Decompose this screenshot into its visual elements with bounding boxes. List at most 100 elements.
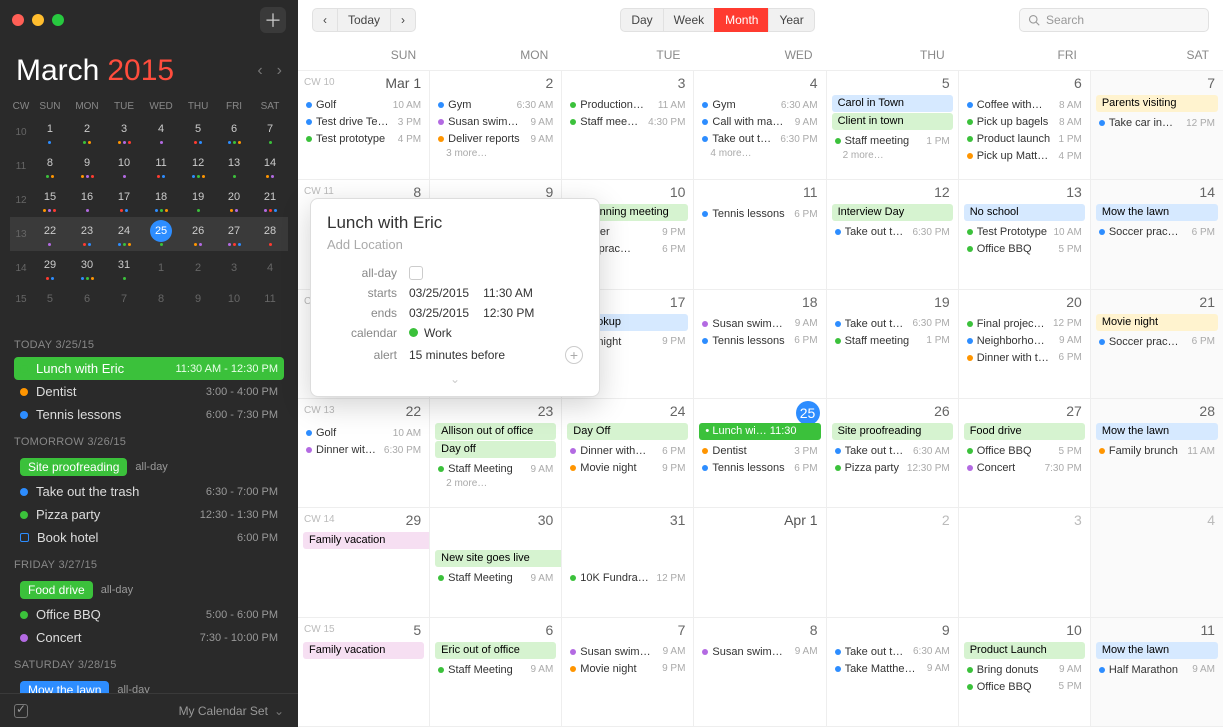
allday-event[interactable]: Mow the lawn [1096,642,1218,659]
event-item[interactable]: Dinner wit…6:30 PM [304,442,423,458]
event-item[interactable]: Movie night9 PM [568,460,687,476]
day-cell[interactable]: 21Movie nightSoccer prac…6 PM [1091,290,1223,398]
mini-day[interactable]: 5 [180,115,216,149]
search-input[interactable]: Search [1019,8,1209,32]
mini-day[interactable]: 10 [216,285,252,313]
calendar-set-label[interactable]: My Calendar Set [179,704,268,718]
day-cell[interactable]: CW 1322Golf10 AMDinner wit…6:30 PM [298,399,430,507]
event-item[interactable]: Office BBQ5 PM [965,241,1084,257]
mini-day[interactable]: 2 [180,251,216,285]
day-cell[interactable]: 8Susan swim…9 AM [694,618,826,726]
allday-event[interactable]: Allison out of office [435,423,556,440]
day-cell[interactable]: 11Tennis lessons6 PM [694,180,826,288]
allday-event[interactable]: • Lunch wi… 11:30 AM [699,423,820,440]
day-cell[interactable]: 18Susan swim…9 AMTennis lessons6 PM [694,290,826,398]
day-cell[interactable]: 30New site goes liveStaff Meeting9 AM [430,508,562,616]
view-tab-year[interactable]: Year [768,8,814,32]
event-item[interactable]: Staff Meeting9 AM [436,461,555,477]
event-item[interactable]: Office BBQ5 PM [965,443,1084,459]
event-item[interactable]: Gym6:30 AM [436,97,555,113]
allday-event[interactable]: Parents visiting [1096,95,1218,112]
event-item[interactable]: Take out t…6:30 PM [833,316,952,332]
event-item[interactable]: Staff Meeting9 AM [436,570,555,586]
expand-icon[interactable]: ⌄ [327,372,583,386]
zoom-window-button[interactable] [52,14,64,26]
event-item[interactable]: Tennis lessons6 PM [700,333,819,349]
event-item[interactable]: Susan swim…9 AM [568,644,687,660]
event-item[interactable]: Take out t…6:30 AM [833,443,952,459]
event-item[interactable]: Staff mee…4:30 PM [568,114,687,130]
mini-day[interactable]: 13 [216,149,252,183]
mini-day[interactable]: 28 [252,217,288,251]
view-tab-day[interactable]: Day [620,8,662,32]
mini-day[interactable]: 5 [32,285,68,313]
more-events[interactable]: 4 more… [700,148,819,159]
agenda-item[interactable]: Food driveall-day [14,577,284,603]
mini-day[interactable]: 1 [32,115,68,149]
day-cell[interactable]: CW 1429Family vacation [298,508,430,616]
event-item[interactable]: Susan swim…9 AM [436,114,555,130]
day-cell[interactable]: 6Coffee with…8 AMPick up bagels8 AMProdu… [959,71,1091,179]
event-item[interactable]: Coffee with…8 AM [965,97,1084,113]
starts-time[interactable]: 11:30 AM [483,286,533,300]
event-item[interactable]: Gym6:30 AM [700,97,819,113]
agenda-item[interactable]: Mow the lawnall-day [14,677,284,693]
mini-day[interactable]: 29 [32,251,68,285]
mini-day[interactable]: 4 [252,251,288,285]
day-cell[interactable]: 26Site proofreadingTake out t…6:30 AMPiz… [827,399,959,507]
event-item[interactable]: Test prototype4 PM [304,131,423,147]
mini-day[interactable]: 27 [216,217,252,251]
mini-calendar[interactable]: CWSUNMONTUEWEDTHUFRISAT10123456711891011… [0,94,298,323]
day-cell[interactable]: 25• Lunch wi… 11:30 AMDentist3 PMTennis … [694,399,826,507]
allday-event[interactable]: Food drive [964,423,1085,440]
agenda-item[interactable]: Office BBQ5:00 - 6:00 PM [14,603,284,626]
alert-value[interactable]: 15 minutes before [409,348,505,362]
mini-day[interactable]: 11 [252,285,288,313]
mini-day[interactable]: 24 [106,217,142,251]
mini-day[interactable]: 1 [142,251,180,285]
event-item[interactable]: Pick up Matt…4 PM [965,148,1084,164]
allday-event[interactable]: Product Launch [964,642,1085,659]
event-item[interactable]: Soccer prac…6 PM [1097,334,1217,350]
mini-day[interactable]: 12 [180,149,216,183]
add-event-button[interactable]: ＋ [260,7,286,33]
allday-event[interactable]: Mow the lawn [1096,204,1218,221]
next-button[interactable]: › [390,8,416,32]
event-item[interactable]: Test Prototype10 AM [965,224,1084,240]
starts-date[interactable]: 03/25/2015 [409,286,469,300]
day-cell[interactable]: 2Gym6:30 AMSusan swim…9 AMDeliver report… [430,71,562,179]
calendar-value[interactable]: Work [424,326,452,340]
event-item[interactable]: Tennis lessons6 PM [700,206,819,222]
day-cell[interactable]: 28Mow the lawnFamily brunch11 AM [1091,399,1223,507]
event-item[interactable]: Golf10 AM [304,97,423,113]
day-cell[interactable]: 23Allison out of officeDay offStaff Meet… [430,399,562,507]
day-cell[interactable]: 6Eric out of officeStaff Meeting9 AM [430,618,562,726]
allday-event[interactable]: No school [964,204,1085,221]
allday-event[interactable]: Eric out of office [435,642,556,659]
event-item[interactable]: Neighborho…9 AM [965,333,1084,349]
day-cell[interactable]: 20Final projec…12 PMNeighborho…9 AMDinne… [959,290,1091,398]
event-item[interactable]: Deliver reports9 AM [436,131,555,147]
mini-day[interactable]: 11 [142,149,180,183]
close-window-button[interactable] [12,14,24,26]
event-item[interactable]: Take out t…6:30 PM [833,224,952,240]
prev-button[interactable]: ‹ [312,8,337,32]
event-item[interactable]: Product launch1 PM [965,131,1084,147]
mini-day[interactable]: 4 [142,115,180,149]
event-item[interactable]: Production…11 AM [568,97,687,113]
chevron-down-icon[interactable]: ⌄ [274,704,284,718]
allday-checkbox[interactable] [409,266,423,280]
event-popover[interactable]: Lunch with Eric Add Location all-day sta… [310,198,600,397]
mini-day[interactable]: 10 [106,149,142,183]
day-cell[interactable]: 9Take out t…6:30 AMTake Matthe…9 AM [827,618,959,726]
day-cell[interactable]: 10Product LaunchBring donuts9 AMOffice B… [959,618,1091,726]
day-cell[interactable]: 2 [827,508,959,616]
day-cell[interactable]: 5Carol in TownClient in townStaff meetin… [827,71,959,179]
event-item[interactable]: Test drive Te…3 PM [304,114,423,130]
day-cell[interactable]: 19Take out t…6:30 PMStaff meeting1 PM [827,290,959,398]
allday-event[interactable]: Carol in Town [832,95,953,112]
mini-day[interactable]: 3 [216,251,252,285]
mini-day[interactable]: 9 [68,149,106,183]
day-cell[interactable]: 3Production…11 AMStaff mee…4:30 PM [562,71,694,179]
event-item[interactable]: Call with ma…9 AM [700,114,819,130]
